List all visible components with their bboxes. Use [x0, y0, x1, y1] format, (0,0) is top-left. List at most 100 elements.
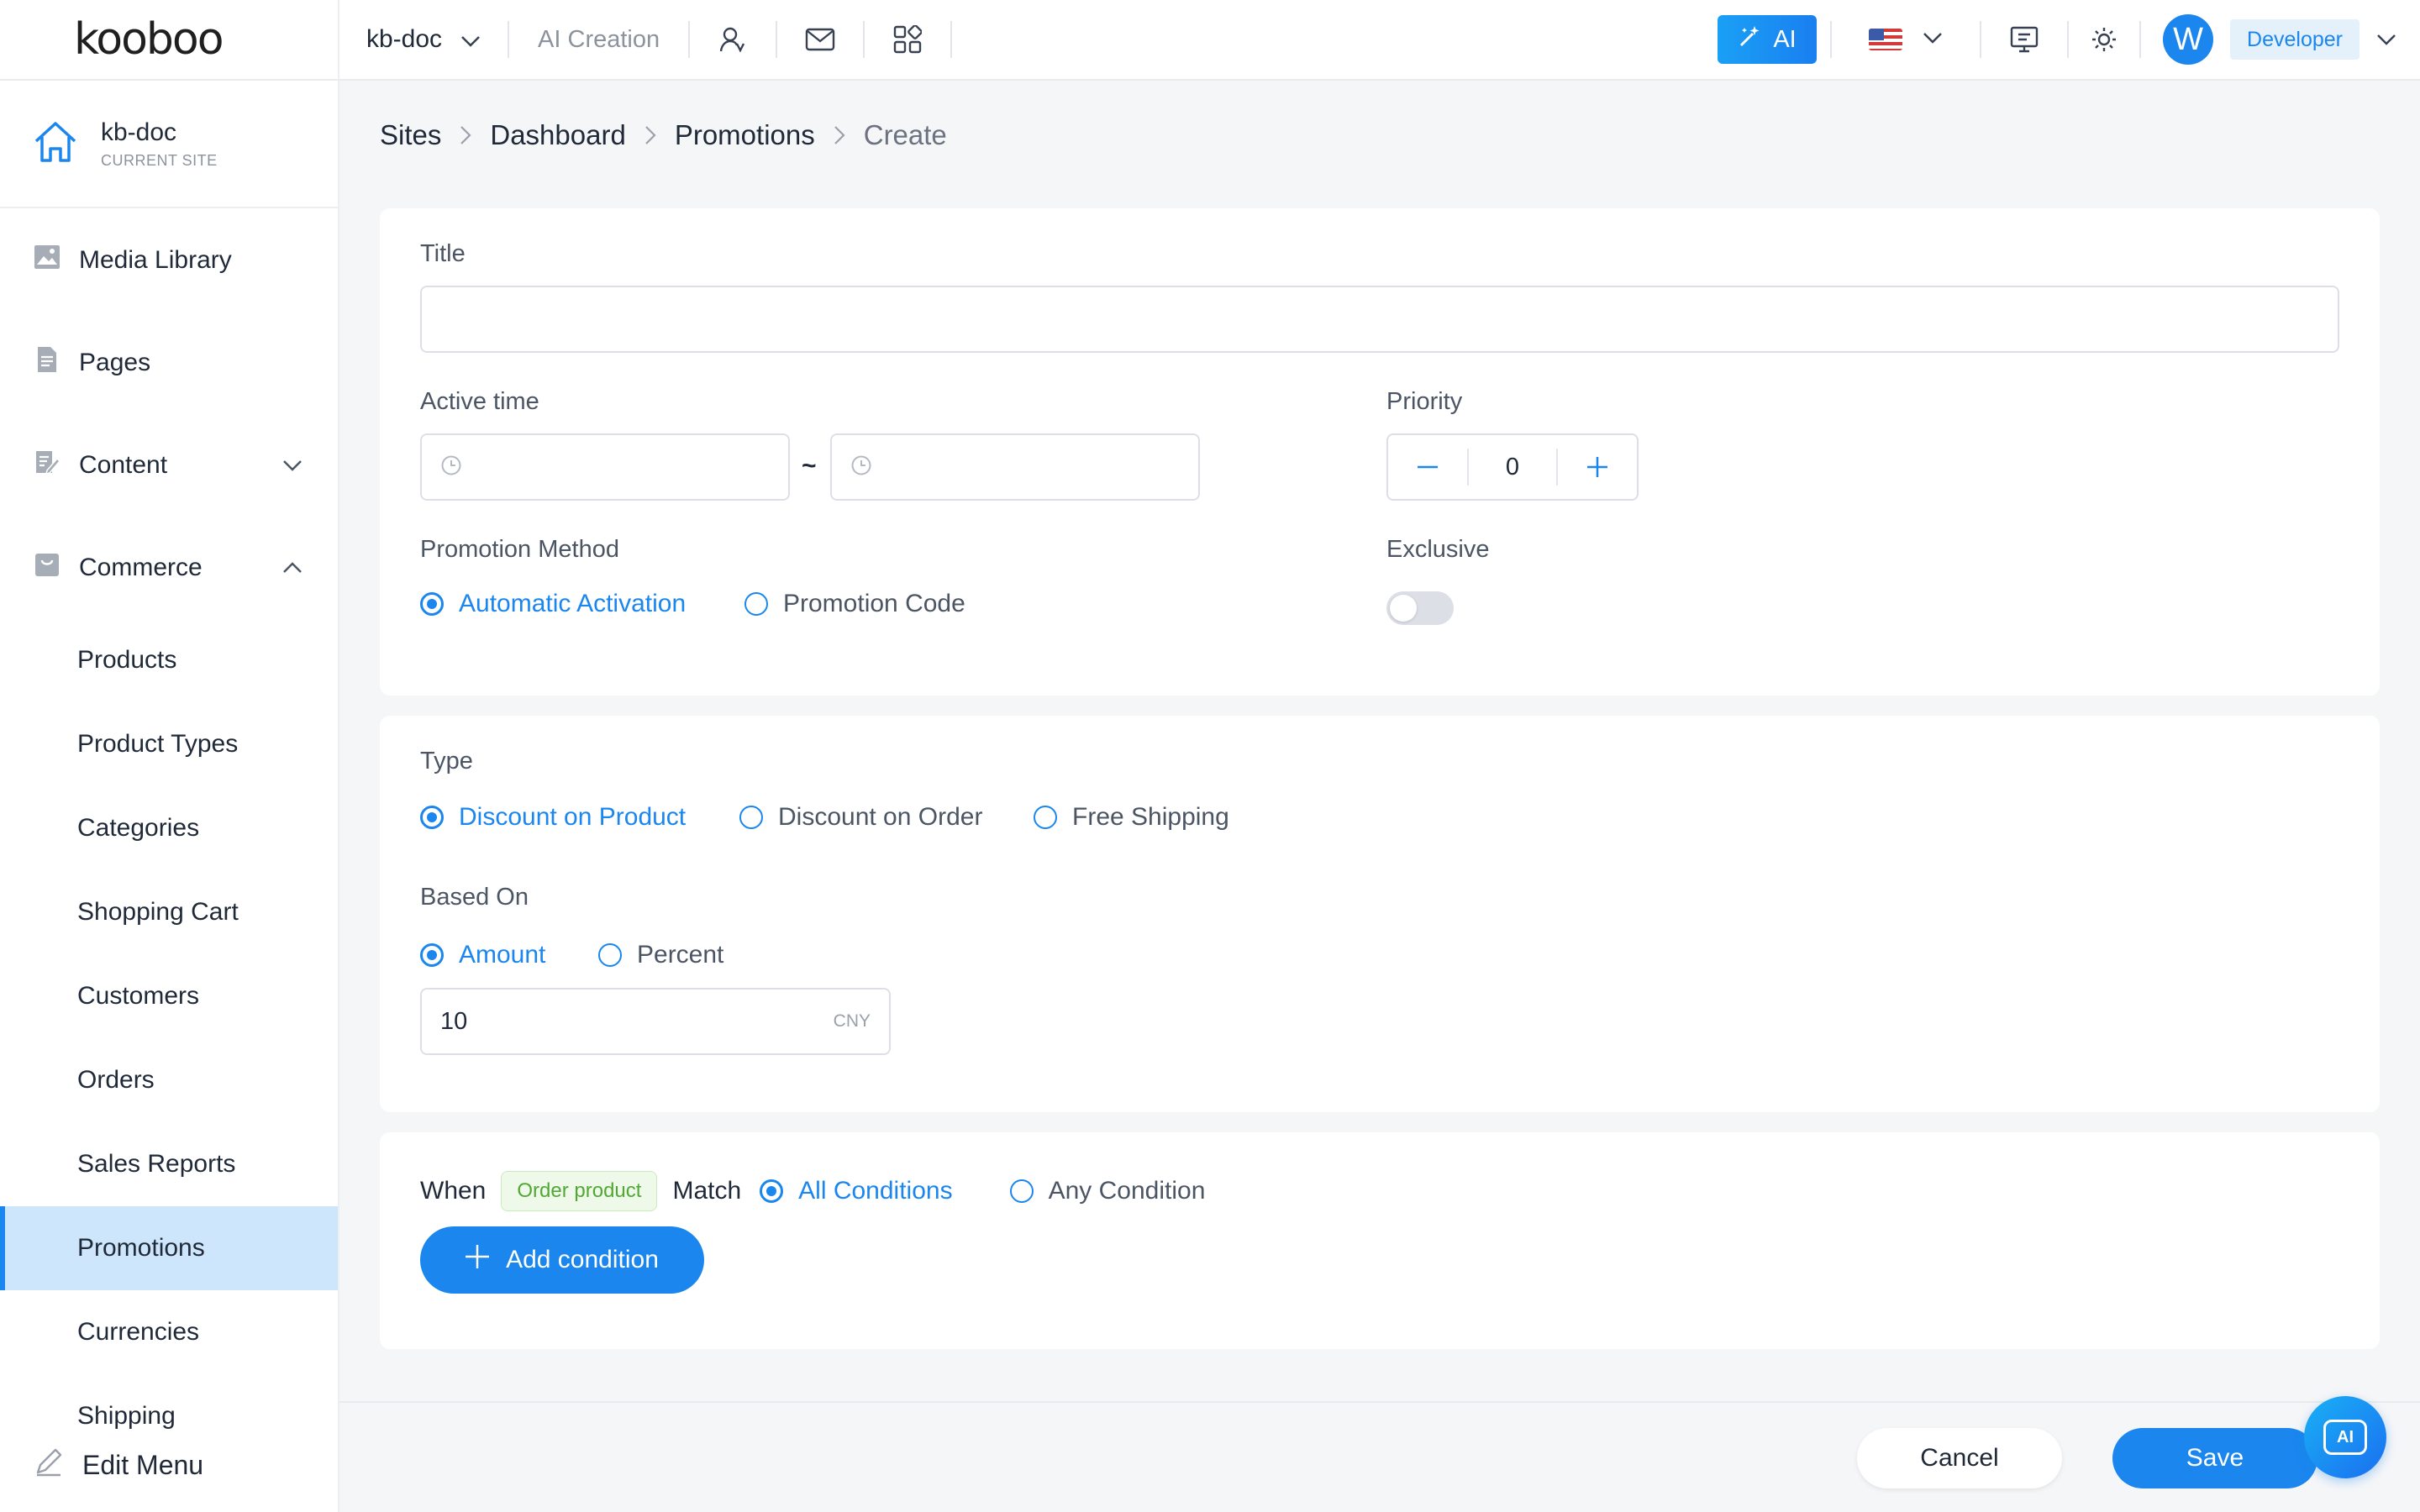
kooboo-logo[interactable]: kooboo [0, 0, 339, 80]
radio-discount-on-order[interactable]: Discount on Order [739, 803, 982, 832]
conditions-card: When Order product Match All Conditions … [380, 1132, 2380, 1349]
edit-doc-icon [34, 449, 61, 482]
sidebar-item-commerce[interactable]: Commerce [0, 521, 338, 615]
language-selector[interactable] [1832, 29, 1980, 50]
edit-menu-button[interactable]: Edit Menu [0, 1433, 339, 1497]
chevron-down-icon[interactable] [2376, 34, 2396, 45]
priority-stepper: 0 [1386, 433, 1639, 501]
chevron-down-icon [282, 459, 302, 471]
sidebar-item-media-library[interactable]: Media Library [0, 213, 338, 307]
radio-button [420, 592, 444, 616]
current-site-label: CURRENT SITE [101, 151, 218, 169]
sidebar-item-shopping-cart[interactable]: Shopping Cart [0, 870, 338, 954]
ai-creation-link[interactable]: AI Creation [509, 26, 688, 54]
chevron-right-icon [644, 125, 656, 145]
monitor-icon[interactable] [1981, 16, 2067, 63]
radio-free-shipping[interactable]: Free Shipping [1034, 803, 1229, 832]
exclusive-toggle[interactable] [1386, 591, 1454, 625]
clock-icon [850, 454, 872, 480]
footer-divider [339, 1401, 2420, 1403]
sidebar-item-orders[interactable]: Orders [0, 1038, 338, 1122]
sidebar-item-sales-reports[interactable]: Sales Reports [0, 1122, 338, 1206]
sidebar-item-categories[interactable]: Categories [0, 786, 338, 870]
chevron-right-icon [834, 125, 845, 145]
cancel-button[interactable]: Cancel [1857, 1428, 2062, 1488]
image-icon [34, 244, 60, 276]
magic-wand-icon [1738, 24, 1763, 55]
sidebar-item-label: Media Library [79, 246, 232, 274]
ai-button-label: AI [1773, 25, 1797, 53]
radio-button [420, 806, 444, 829]
radio-button [1009, 1179, 1034, 1203]
top-bar: kooboo kb-doc AI Creation AI W Developer [0, 0, 2420, 81]
radio-any-condition[interactable]: Any Condition [1009, 1177, 1205, 1205]
sidebar-item-label: Commerce [79, 554, 203, 581]
divider [2139, 21, 2142, 58]
sidebar-item-customers[interactable]: Customers [0, 954, 338, 1038]
site-selector-label: kb-doc [366, 25, 443, 53]
site-selector[interactable]: kb-doc [339, 16, 508, 63]
breadcrumb-current: Create [863, 119, 947, 150]
radio-button [598, 943, 622, 967]
radio-amount[interactable]: Amount [420, 941, 545, 969]
add-condition-button[interactable]: Add condition [420, 1226, 704, 1294]
chevron-up-icon [282, 562, 302, 574]
avatar[interactable]: W [2163, 14, 2214, 65]
page-icon [34, 346, 60, 380]
radio-all-conditions[interactable]: All Conditions [760, 1177, 953, 1205]
active-time-end-input[interactable] [830, 433, 1200, 501]
sidebar-item-products[interactable]: Products [0, 618, 338, 702]
sidebar-item-label: Content [79, 451, 168, 479]
ai-button[interactable]: AI [1718, 15, 1818, 64]
radio-label: Discount on Product [459, 803, 687, 831]
order-product-tag: Order product [501, 1171, 658, 1211]
basic-info-card: Title Active time ~ Priority 0 Promotion… [380, 208, 2380, 696]
breadcrumb-promotions[interactable]: Promotions [675, 119, 815, 151]
breadcrumb-sites[interactable]: Sites [380, 119, 441, 151]
sidebar-item-promotions[interactable]: Promotions [0, 1206, 338, 1290]
users-icon[interactable] [690, 16, 776, 63]
current-site-name: kb-doc [101, 118, 177, 146]
sidebar-item-currencies[interactable]: Currencies [0, 1290, 338, 1374]
sun-icon[interactable] [2069, 16, 2139, 63]
mail-icon[interactable] [777, 16, 863, 63]
current-site[interactable]: kb-doc CURRENT SITE [0, 81, 338, 208]
amount-input[interactable]: 10 CNY [420, 988, 891, 1055]
radio-button [420, 943, 444, 967]
chevron-down-icon [1923, 32, 1943, 48]
clock-icon [440, 454, 462, 480]
radio-percent[interactable]: Percent [598, 941, 723, 969]
type-label: Type [420, 748, 473, 774]
active-time-start-input[interactable] [420, 433, 790, 501]
radio-label: All Conditions [798, 1177, 953, 1205]
priority-label: Priority [1386, 388, 1463, 415]
sidebar-item-product-types[interactable]: Product Types [0, 702, 338, 786]
home-icon [32, 118, 79, 170]
priority-value[interactable]: 0 [1467, 449, 1558, 486]
sidebar-item-pages[interactable]: Pages [0, 316, 338, 410]
role-badge[interactable]: Developer [2230, 19, 2360, 60]
decrement-button[interactable] [1388, 435, 1467, 499]
bag-icon [34, 551, 60, 585]
when-label: When [420, 1177, 487, 1205]
ai-assistant-button[interactable]: AI [2304, 1396, 2386, 1478]
radio-label: Free Shipping [1072, 803, 1229, 831]
radio-discount-on-product[interactable]: Discount on Product [420, 803, 686, 832]
active-time-label: Active time [420, 388, 539, 415]
match-label: Match [672, 1177, 742, 1205]
save-button[interactable]: Save [2112, 1428, 2317, 1488]
radio-promotion-code[interactable]: Promotion Code [744, 590, 965, 618]
sidebar-item-content[interactable]: Content [0, 418, 338, 512]
radio-label: Automatic Activation [459, 590, 687, 617]
sidebar-item-label: Pages [79, 349, 151, 376]
sidebar: kb-doc CURRENT SITE Media Library Pages … [0, 81, 339, 1512]
increment-button[interactable] [1558, 435, 1637, 499]
breadcrumb: Sites Dashboard Promotions Create [380, 119, 947, 151]
breadcrumb-dashboard[interactable]: Dashboard [490, 119, 625, 151]
radio-automatic-activation[interactable]: Automatic Activation [420, 590, 686, 618]
title-input[interactable] [420, 286, 2339, 353]
apps-icon[interactable] [865, 16, 950, 63]
radio-label: Promotion Code [783, 590, 965, 617]
radio-button [744, 592, 768, 616]
chevron-down-icon [460, 25, 481, 54]
